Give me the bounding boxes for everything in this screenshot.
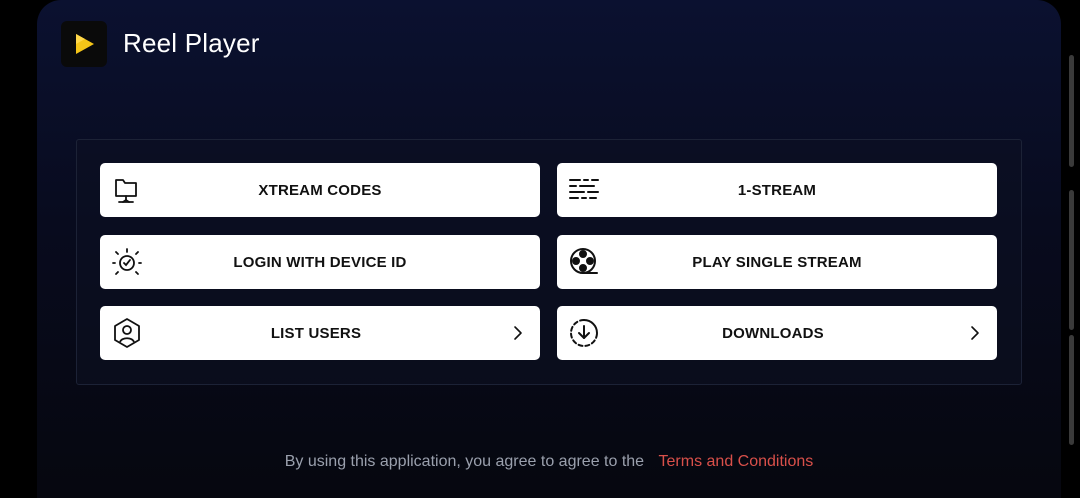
device-sun-icon — [111, 246, 143, 278]
film-reel-icon — [568, 246, 600, 278]
chevron-right-icon — [512, 324, 524, 342]
app-header: Reel Player — [61, 20, 260, 67]
user-hexagon-icon — [111, 317, 143, 349]
menu-panel: XTREAM CODES 1-STREAM LOGIN WITH DEVICE … — [76, 139, 1022, 385]
tile-label: 1-STREAM — [737, 181, 817, 199]
terms-notice-text: By using this application, you agree to … — [284, 453, 645, 470]
list-users-button[interactable]: LIST USERS — [100, 306, 540, 360]
edge-scroll-indicator — [1069, 55, 1074, 167]
terms-footer: By using this application, you agree to … — [37, 453, 1061, 471]
app-title: Reel Player — [123, 28, 260, 58]
downloads-button[interactable]: DOWNLOADS — [557, 306, 997, 360]
chevron-right-icon — [969, 324, 981, 342]
login-device-id-button[interactable]: LOGIN WITH DEVICE ID — [100, 235, 540, 289]
stream-lines-icon — [568, 174, 600, 206]
folder-network-icon — [111, 174, 143, 206]
tile-label: LIST USERS — [270, 324, 362, 342]
tile-label: LOGIN WITH DEVICE ID — [233, 253, 407, 271]
tile-label: DOWNLOADS — [722, 324, 824, 342]
play-single-stream-button[interactable]: PLAY SINGLE STREAM — [557, 235, 997, 289]
xtream-codes-button[interactable]: XTREAM CODES — [100, 163, 540, 217]
edge-scroll-indicator — [1069, 190, 1074, 330]
download-circle-icon — [568, 317, 600, 349]
terms-link[interactable]: Terms and Conditions — [659, 453, 814, 470]
app-screen: Reel Player XTREAM CODES 1-STREAM LOGIN … — [37, 0, 1061, 498]
tile-label: PLAY SINGLE STREAM — [692, 253, 862, 271]
edge-scroll-indicator — [1069, 335, 1074, 445]
play-logo-icon — [61, 20, 107, 67]
one-stream-button[interactable]: 1-STREAM — [557, 163, 997, 217]
tile-label: XTREAM CODES — [258, 181, 382, 199]
